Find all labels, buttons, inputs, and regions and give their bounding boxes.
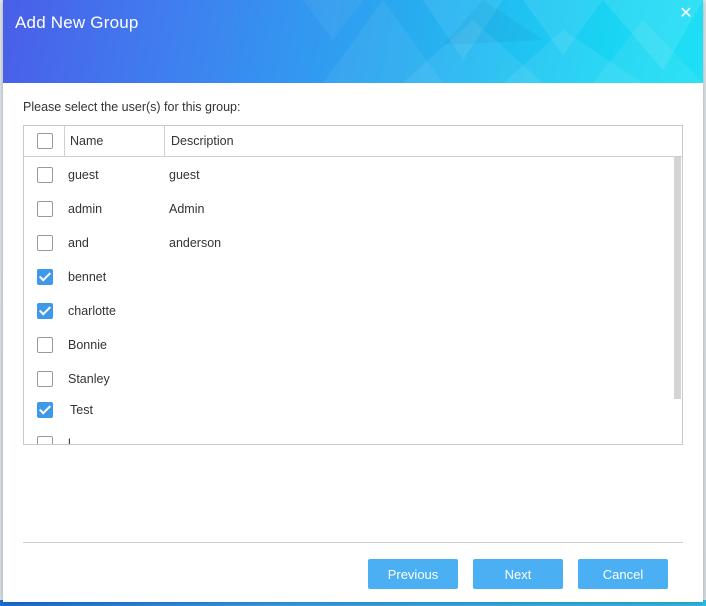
row-checkbox[interactable] <box>37 201 53 217</box>
grid-scrollbar[interactable] <box>673 157 682 444</box>
close-icon[interactable]: ✕ <box>677 5 695 23</box>
next-button[interactable]: Next <box>473 559 563 589</box>
grid-rows: guest guest admin Admin and anderson bennet cha… <box>24 157 672 444</box>
row-checkbox[interactable] <box>37 303 53 319</box>
add-new-group-dialog: Add New Group ✕ Please select the user(s… <box>3 0 703 602</box>
column-header-description[interactable]: Description <box>165 126 465 156</box>
row-checkbox[interactable] <box>37 371 53 387</box>
select-all-checkbox[interactable] <box>37 133 53 149</box>
row-user-name: bennet <box>68 270 107 284</box>
row-checkbox[interactable] <box>37 269 53 285</box>
table-row[interactable]: charlotte <box>24 293 672 327</box>
table-row[interactable]: bennet <box>24 259 672 293</box>
cancel-button[interactable]: Cancel <box>578 559 668 589</box>
row-checkbox[interactable] <box>37 436 53 444</box>
row-user-name: admin <box>68 202 103 216</box>
instruction-text: Please select the user(s) for this group… <box>23 100 241 114</box>
row-user-name: Bonnie <box>68 338 107 352</box>
row-user-name: and <box>68 236 89 250</box>
row-user-name: Test <box>70 403 93 417</box>
row-user-name: charlotte <box>68 304 116 318</box>
row-checkbox[interactable] <box>37 167 53 183</box>
row-checkbox[interactable] <box>37 402 53 418</box>
previous-button[interactable]: Previous <box>368 559 458 589</box>
column-header-name[interactable]: Name <box>64 126 165 156</box>
row-checkbox[interactable] <box>37 235 53 251</box>
row-user-name: l <box>68 437 71 444</box>
table-row[interactable]: l <box>24 426 672 444</box>
row-user-description: Admin <box>169 202 205 216</box>
table-row[interactable]: guest guest <box>24 157 672 191</box>
user-selection-grid: Name Description guest guest admin Admin and… <box>23 125 683 445</box>
footer-divider <box>23 542 683 543</box>
row-user-description: guest <box>169 168 200 182</box>
dialog-title: Add New Group <box>15 13 139 32</box>
row-user-name: Stanley <box>68 372 110 386</box>
column-header-name-label: Name <box>70 134 104 148</box>
column-header-description-label: Description <box>171 134 234 148</box>
dialog-header: Add New Group ✕ <box>3 0 703 83</box>
scrollbar-thumb[interactable] <box>674 157 681 399</box>
row-user-name: guest <box>68 168 99 182</box>
grid-header: Name Description <box>24 126 682 157</box>
header-select-cell <box>24 126 65 156</box>
row-checkbox[interactable] <box>37 337 53 353</box>
table-row[interactable]: Bonnie <box>24 327 672 361</box>
table-row[interactable]: admin Admin <box>24 191 672 225</box>
table-row[interactable]: Stanley <box>24 361 672 395</box>
table-row[interactable]: and anderson <box>24 225 672 259</box>
table-row[interactable]: Test <box>24 392 672 426</box>
row-user-description: anderson <box>169 236 222 250</box>
